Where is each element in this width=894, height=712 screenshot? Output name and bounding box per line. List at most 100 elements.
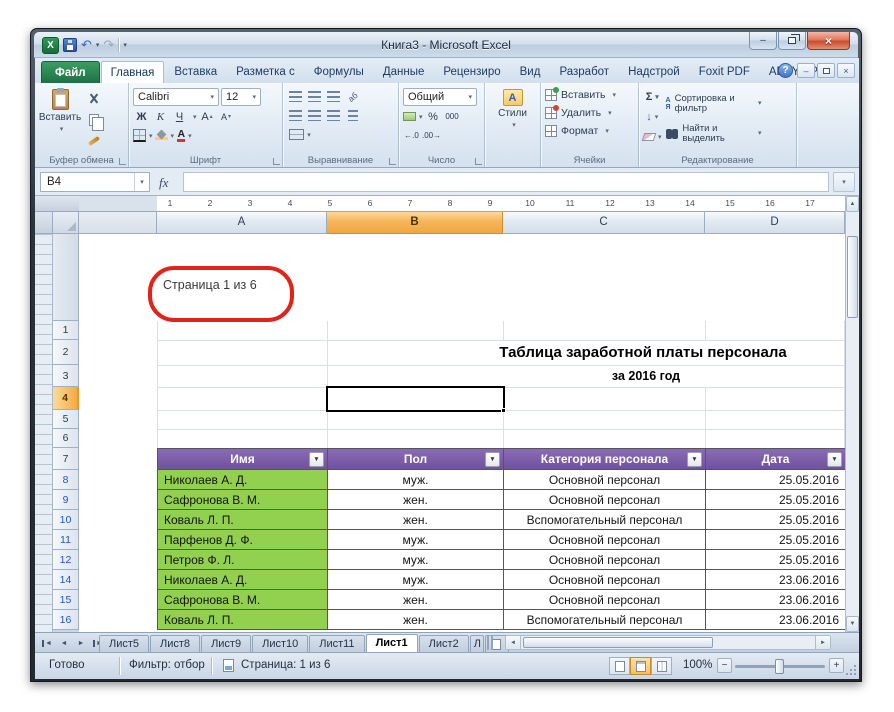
borders-button[interactable]: ▾ bbox=[133, 127, 153, 144]
paste-button[interactable]: Вставить ▾ bbox=[39, 86, 81, 153]
fill-button[interactable]: ↓ ▾ bbox=[643, 108, 662, 125]
underline-button[interactable]: Ч bbox=[171, 108, 188, 125]
row-header-14[interactable]: 14 bbox=[53, 570, 79, 590]
workbook-minimize-button[interactable]: – bbox=[797, 63, 815, 78]
cell-gender[interactable]: муж. bbox=[328, 570, 504, 590]
row-header-11[interactable]: 11 bbox=[53, 530, 79, 550]
cell-date[interactable]: 25.05.2016 bbox=[706, 510, 845, 530]
select-all-button[interactable] bbox=[53, 212, 79, 234]
font-color-button[interactable]: А ▾ bbox=[176, 127, 193, 144]
cell-gender[interactable]: жен. bbox=[328, 610, 504, 630]
cell-name[interactable]: Николаев А. Д. bbox=[158, 570, 328, 590]
scroll-right-button[interactable]: ► bbox=[815, 636, 830, 649]
first-sheet-button[interactable]: ◄ bbox=[40, 636, 54, 650]
previous-sheet-button[interactable]: ◄ bbox=[57, 636, 71, 650]
cell-gender[interactable]: жен. bbox=[328, 590, 504, 610]
increase-decimal-button[interactable]: ←.0 bbox=[403, 127, 420, 144]
formula-input[interactable] bbox=[183, 172, 829, 192]
column-header-a[interactable]: A bbox=[157, 212, 327, 234]
fill-color-button[interactable]: ▾ bbox=[154, 127, 174, 144]
insert-cells-button[interactable]: Вставить ▾ bbox=[545, 86, 634, 104]
styles-dropdown-icon[interactable]: ▾ bbox=[512, 121, 516, 129]
workbook-close-button[interactable]: × bbox=[837, 63, 855, 78]
align-left-button[interactable] bbox=[287, 107, 304, 124]
comma-style-button[interactable]: 000 bbox=[444, 108, 461, 125]
undo-icon[interactable]: ↶ bbox=[81, 38, 92, 52]
column-header-c[interactable]: C bbox=[503, 212, 705, 234]
scroll-up-button[interactable]: ▲ bbox=[846, 196, 859, 212]
cell-category[interactable]: Основной персонал bbox=[504, 530, 706, 550]
selected-cell-b4[interactable] bbox=[326, 386, 506, 413]
accounting-format-button[interactable]: ▾ bbox=[403, 108, 423, 125]
cell-date[interactable]: 23.06.2016 bbox=[706, 610, 845, 630]
sheet-tab-list8[interactable]: Лист8 bbox=[150, 635, 201, 653]
save-icon[interactable] bbox=[63, 38, 77, 52]
cell-category[interactable]: Вспомогательный персонал bbox=[504, 610, 706, 630]
sort-filter-button[interactable]: АЯ Сортировка и фильтр ▾ bbox=[666, 90, 762, 117]
expand-formula-bar-button[interactable]: ▾ bbox=[833, 172, 855, 192]
sheet-title-cell[interactable]: Таблица заработной платы персонала bbox=[499, 340, 786, 365]
number-format-combo[interactable]: Общий ▾ bbox=[403, 88, 477, 106]
sheet-tab-partial[interactable]: Л bbox=[469, 635, 484, 653]
cell-date[interactable]: 25.05.2016 bbox=[706, 490, 845, 510]
cell-name[interactable]: Сафронова В. М. bbox=[158, 590, 328, 610]
row-header-8[interactable]: 8 bbox=[53, 470, 79, 490]
find-select-button[interactable]: Найти и выделить ▾ bbox=[665, 120, 762, 147]
cell-name[interactable]: Петров Ф. Л. bbox=[158, 550, 328, 570]
row-header-16[interactable]: 16 bbox=[53, 610, 79, 630]
align-right-button[interactable] bbox=[325, 107, 342, 124]
vertical-scrollbar-thumb[interactable] bbox=[847, 236, 858, 318]
table-header-gender[interactable]: Пол ▼ bbox=[328, 449, 504, 470]
font-dialog-launcher[interactable] bbox=[273, 158, 280, 165]
tab-home[interactable]: Главная bbox=[100, 61, 165, 83]
tab-foxit-pdf[interactable]: Foxit PDF bbox=[690, 61, 759, 83]
tab-view[interactable]: Вид bbox=[511, 61, 550, 83]
table-header-category[interactable]: Категория персонала ▼ bbox=[504, 449, 706, 470]
sheet-tab-list5[interactable]: Лист5 bbox=[99, 635, 150, 653]
zoom-out-button[interactable]: − bbox=[717, 658, 732, 673]
cell-date[interactable]: 25.05.2016 bbox=[706, 470, 845, 490]
zoom-level[interactable]: 100% bbox=[683, 659, 712, 671]
name-box[interactable]: B4 ▾ bbox=[40, 172, 150, 192]
row-header-12[interactable]: 12 bbox=[53, 550, 79, 570]
scroll-left-button[interactable]: ◄ bbox=[506, 636, 521, 649]
restore-button[interactable] bbox=[778, 32, 806, 50]
cell-date[interactable]: 23.06.2016 bbox=[706, 590, 845, 610]
tab-addins[interactable]: Надстрой bbox=[619, 61, 689, 83]
shrink-font-button[interactable]: А ▾ bbox=[218, 108, 235, 125]
cell-category[interactable]: Вспомогательный персонал bbox=[504, 510, 706, 530]
copy-button[interactable] bbox=[85, 111, 104, 131]
filter-dropdown-icon[interactable]: ▼ bbox=[827, 452, 842, 467]
row-header-7[interactable]: 7 bbox=[53, 448, 79, 470]
filter-dropdown-icon[interactable]: ▼ bbox=[485, 452, 500, 467]
normal-view-button[interactable] bbox=[609, 657, 630, 675]
tab-page-layout[interactable]: Разметка с bbox=[227, 61, 304, 83]
page-break-view-button[interactable] bbox=[651, 657, 672, 675]
tab-developer[interactable]: Разработ bbox=[550, 61, 618, 83]
row-header-3[interactable]: 3 bbox=[53, 365, 79, 387]
font-size-combo[interactable]: 12 ▾ bbox=[221, 88, 261, 106]
bold-button[interactable]: Ж bbox=[133, 108, 150, 125]
grow-font-button[interactable]: А ▴ bbox=[199, 108, 216, 125]
row-header-5[interactable]: 5 bbox=[53, 410, 79, 429]
cell-category[interactable]: Основной персонал bbox=[504, 570, 706, 590]
format-cells-button[interactable]: Формат ▾ bbox=[545, 122, 634, 140]
tab-scrollbar-splitter[interactable] bbox=[487, 636, 493, 650]
cell-name[interactable]: Коваль Л. П. bbox=[158, 510, 328, 530]
cell-name[interactable]: Николаев А. Д. bbox=[158, 470, 328, 490]
cut-button[interactable] bbox=[85, 90, 102, 107]
cell-gender[interactable]: муж. bbox=[328, 550, 504, 570]
clipboard-dialog-launcher[interactable] bbox=[119, 158, 126, 165]
table-header-name[interactable]: Имя ▼ bbox=[158, 449, 328, 470]
filter-dropdown-icon[interactable]: ▼ bbox=[687, 452, 702, 467]
vertical-ruler[interactable] bbox=[35, 234, 53, 632]
workbook-restore-button[interactable] bbox=[817, 63, 835, 78]
align-center-button[interactable] bbox=[306, 107, 323, 124]
sheet-tab-list9[interactable]: Лист9 bbox=[201, 635, 252, 653]
row-header-4[interactable]: 4 bbox=[53, 387, 79, 410]
cell-name[interactable]: Коваль Л. П. bbox=[158, 610, 328, 630]
zoom-slider-thumb[interactable] bbox=[775, 659, 784, 674]
orientation-button[interactable]: аб bbox=[344, 88, 361, 105]
tab-data[interactable]: Данные bbox=[374, 61, 434, 83]
undo-dropdown-icon[interactable]: ▾ bbox=[96, 41, 100, 49]
